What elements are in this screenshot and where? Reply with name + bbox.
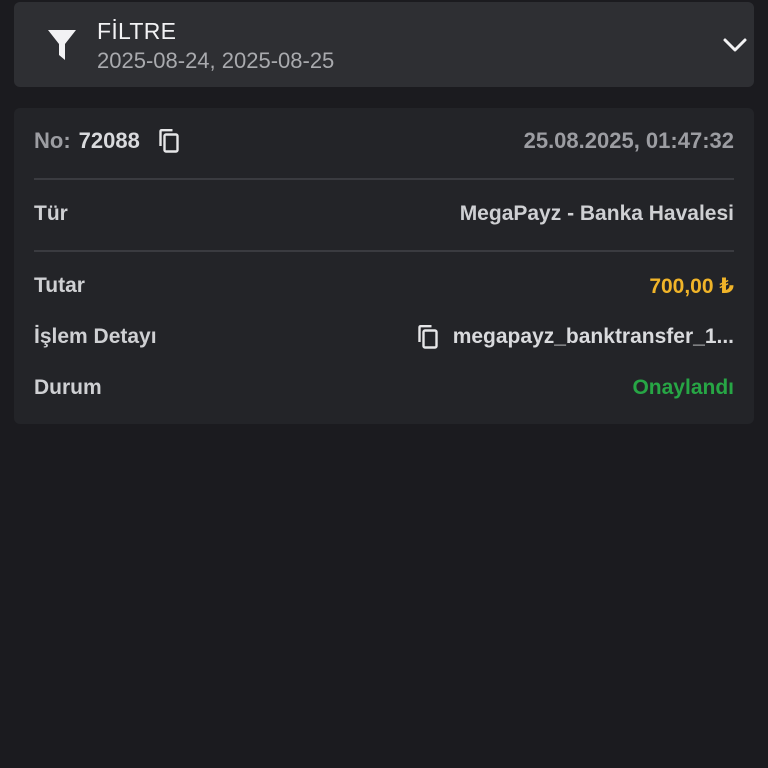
- amount-row: Tutar 700,00 ₺: [34, 270, 734, 302]
- transaction-card: No: 72088 25.08.2025, 01:47:32 Tür MegaP…: [14, 108, 754, 424]
- type-label: Tür: [34, 202, 68, 225]
- detail-value-wrap: megapayz_banktransfer_1...: [417, 324, 734, 350]
- filter-date-range: 2025-08-24, 2025-08-25: [97, 48, 335, 73]
- amount-label: Tutar: [34, 274, 85, 297]
- detail-row: İşlem Detayı megapayz_banktransfer_1...: [34, 321, 734, 353]
- status-label: Durum: [34, 376, 102, 399]
- transaction-number: No: 72088: [34, 128, 180, 154]
- type-row: Tür MegaPayz - Banka Havalesi: [34, 198, 734, 230]
- divider: [34, 250, 734, 252]
- filter-title: FİLTRE: [97, 18, 177, 44]
- filter-bar[interactable]: FİLTRE 2025-08-24, 2025-08-25: [14, 2, 754, 87]
- filter-icon: [48, 30, 76, 60]
- detail-value: megapayz_banktransfer_1...: [452, 325, 734, 348]
- copy-icon[interactable]: [158, 128, 180, 154]
- status-row: Durum Onaylandı: [34, 372, 734, 404]
- transaction-header-row: No: 72088 25.08.2025, 01:47:32: [34, 125, 734, 157]
- chevron-down-icon[interactable]: [722, 35, 748, 55]
- type-value: MegaPayz - Banka Havalesi: [459, 202, 734, 225]
- amount-value: 700,00 ₺: [649, 274, 734, 298]
- copy-icon[interactable]: [417, 324, 439, 350]
- transaction-number-label: No:: [34, 128, 71, 153]
- detail-label: İşlem Detayı: [34, 325, 157, 348]
- status-value: Onaylandı: [632, 376, 734, 399]
- transaction-datetime: 25.08.2025, 01:47:32: [523, 128, 734, 153]
- transaction-number-value: 72088: [78, 128, 140, 153]
- divider: [34, 178, 734, 180]
